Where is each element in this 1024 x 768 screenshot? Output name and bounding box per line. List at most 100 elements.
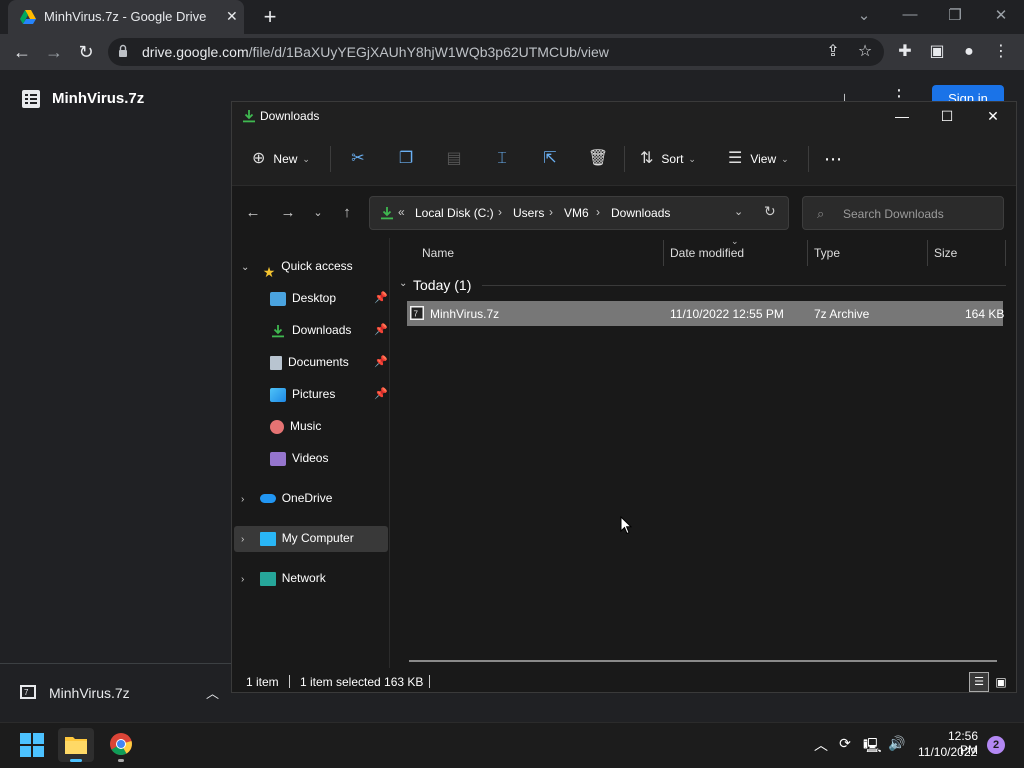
breadcrumb-downloads[interactable]: Downloads <box>611 206 670 220</box>
column-separator[interactable] <box>807 240 808 266</box>
show-hidden-icons-chevron[interactable]: ︿ <box>812 735 830 755</box>
breadcrumb-vm6[interactable]: VM6 <box>564 206 589 220</box>
nav-item-videos[interactable]: Videos <box>270 446 328 470</box>
browser-tab[interactable]: MinhVirus.7z - Google Drive ✕ <box>8 0 244 34</box>
desktop-icon <box>270 291 286 306</box>
paste-icon[interactable]: ▤ <box>443 148 465 170</box>
file-name: MinhVirus.7z <box>430 307 500 321</box>
address-dropdown-icon[interactable]: ⌄ <box>734 205 743 218</box>
pin-icon: 📌 <box>374 356 388 368</box>
chevron-right-icon[interactable]: › <box>596 205 600 219</box>
explorer-close-icon[interactable]: ✕ <box>978 105 1008 127</box>
nav-item-music[interactable]: Music <box>270 414 321 438</box>
search-input[interactable]: ⌕ Search Downloads <box>802 196 1004 230</box>
share-icon[interactable]: ⇪ <box>824 43 842 61</box>
chevron-right-icon[interactable]: › <box>241 574 244 585</box>
view-button[interactable]: ☰ View ⌄ <box>728 145 789 173</box>
recent-locations-icon[interactable]: ⌄ <box>307 202 329 224</box>
details-view-icon[interactable]: ☰ <box>969 672 989 692</box>
breadcrumb-users[interactable]: Users <box>513 206 544 220</box>
chevron-right-icon[interactable]: › <box>241 534 244 545</box>
explorer-maximize-icon[interactable]: ☐ <box>932 105 962 127</box>
taskbar-chrome[interactable] <box>103 728 139 762</box>
nav-my-computer[interactable]: › My Computer <box>241 526 354 550</box>
column-separator[interactable] <box>1005 240 1006 266</box>
nav-item-documents[interactable]: Documents <box>270 350 349 374</box>
minimize-icon[interactable]: — <box>898 6 922 23</box>
chevron-right-icon[interactable]: › <box>241 494 244 505</box>
side-panel-icon[interactable]: ▣ <box>928 43 946 61</box>
onedrive-cloud-icon <box>259 494 276 504</box>
forward-icon[interactable]: → <box>42 40 66 64</box>
chrome-menu-icon[interactable]: ⋮ <box>992 43 1010 61</box>
pictures-icon <box>270 387 286 402</box>
download-shelf[interactable]: 7 MinhVirus.7z ︿ <box>0 663 240 720</box>
group-header[interactable]: Today (1) <box>413 277 471 293</box>
volume-icon[interactable]: 🔊 <box>888 735 906 752</box>
network-status-icon[interactable]: 🖳 <box>863 735 882 759</box>
taskbar-file-explorer[interactable] <box>58 728 94 762</box>
chrome-icon <box>110 733 132 755</box>
nav-network[interactable]: › Network <box>241 566 326 590</box>
column-header-name[interactable]: Name <box>422 246 454 260</box>
tab-search-icon[interactable]: ⌄ <box>852 6 876 24</box>
refresh-icon[interactable]: ↻ <box>764 203 776 220</box>
nav-item-pictures[interactable]: Pictures <box>270 382 335 406</box>
file-list-icon <box>22 90 40 108</box>
group-collapse-icon[interactable]: ⌄ <box>399 278 407 289</box>
delete-icon[interactable]: 🗑 <box>587 148 609 170</box>
clock-date[interactable]: 11/10/2022 <box>918 745 977 759</box>
column-header-size[interactable]: Size <box>934 246 957 260</box>
close-window-icon[interactable]: ✕ <box>989 6 1013 24</box>
new-tab-button[interactable]: + <box>260 4 280 30</box>
column-separator[interactable] <box>927 240 928 266</box>
nav-item-desktop[interactable]: Desktop <box>270 286 336 310</box>
plus-circle-icon: ⊕ <box>252 150 266 167</box>
view-icon: ☰ <box>728 150 743 167</box>
sync-icon[interactable]: ⟳ <box>836 735 854 752</box>
see-more-icon[interactable]: ⋯ <box>824 145 842 173</box>
tab-title: MinhVirus.7z - Google Drive <box>44 9 207 24</box>
back-icon[interactable]: ← <box>10 40 34 64</box>
copy-icon[interactable]: ❐ <box>395 148 417 170</box>
horizontal-scrollbar[interactable] <box>409 660 997 662</box>
column-header-type[interactable]: Type <box>814 246 840 260</box>
breadcrumb-overflow[interactable]: « <box>398 205 405 219</box>
reload-icon[interactable]: ↻ <box>74 40 98 64</box>
tiles-view-icon[interactable]: ▣ <box>991 672 1011 692</box>
network-icon <box>259 571 276 586</box>
breadcrumb-local-disk[interactable]: Local Disk (C:) <box>415 206 494 220</box>
mouse-cursor-icon <box>620 516 632 535</box>
active-indicator <box>70 759 82 762</box>
restore-icon[interactable]: ❐ <box>943 6 967 24</box>
nav-onedrive[interactable]: › OneDrive <box>241 486 332 510</box>
new-button[interactable]: ⊕ New ⌄ <box>252 145 310 173</box>
separator <box>624 146 625 172</box>
chevron-down-icon[interactable]: ⌄ <box>241 262 249 273</box>
extensions-icon[interactable]: ✚ <box>896 43 914 61</box>
column-separator[interactable] <box>663 240 664 266</box>
chevron-right-icon[interactable]: › <box>549 205 553 219</box>
column-header-date[interactable]: Date modified <box>670 246 744 260</box>
notification-badge[interactable]: 2 <box>987 736 1005 754</box>
windows-start-icon[interactable] <box>20 733 44 757</box>
close-tab-icon[interactable]: ✕ <box>226 8 238 25</box>
share-icon[interactable]: ⇱ <box>539 148 561 170</box>
back-icon[interactable]: ← <box>242 202 264 224</box>
profile-icon[interactable]: ● <box>960 43 978 61</box>
pane-divider[interactable] <box>389 238 390 668</box>
search-placeholder: Search Downloads <box>843 207 944 221</box>
forward-icon[interactable]: → <box>277 202 299 224</box>
rename-icon[interactable]: ⌶ <box>491 148 513 170</box>
nav-quick-access[interactable]: ⌄ ★ Quick access <box>241 254 353 280</box>
chevron-up-icon[interactable]: ︿ <box>206 683 219 702</box>
nav-item-downloads[interactable]: Downloads <box>270 318 351 342</box>
bookmark-star-icon[interactable]: ☆ <box>856 43 874 61</box>
up-icon[interactable]: ↑ <box>336 202 358 224</box>
chevron-right-icon[interactable]: › <box>498 205 502 219</box>
explorer-minimize-icon[interactable]: — <box>887 105 917 127</box>
svg-text:7: 7 <box>414 310 419 319</box>
sort-button[interactable]: ⇅ Sort ⌄ <box>640 145 696 173</box>
address-bar[interactable]: drive.google.com/file/d/1BaXUyYEGjXAUhY8… <box>108 38 884 66</box>
cut-icon[interactable]: ✂ <box>347 148 369 170</box>
